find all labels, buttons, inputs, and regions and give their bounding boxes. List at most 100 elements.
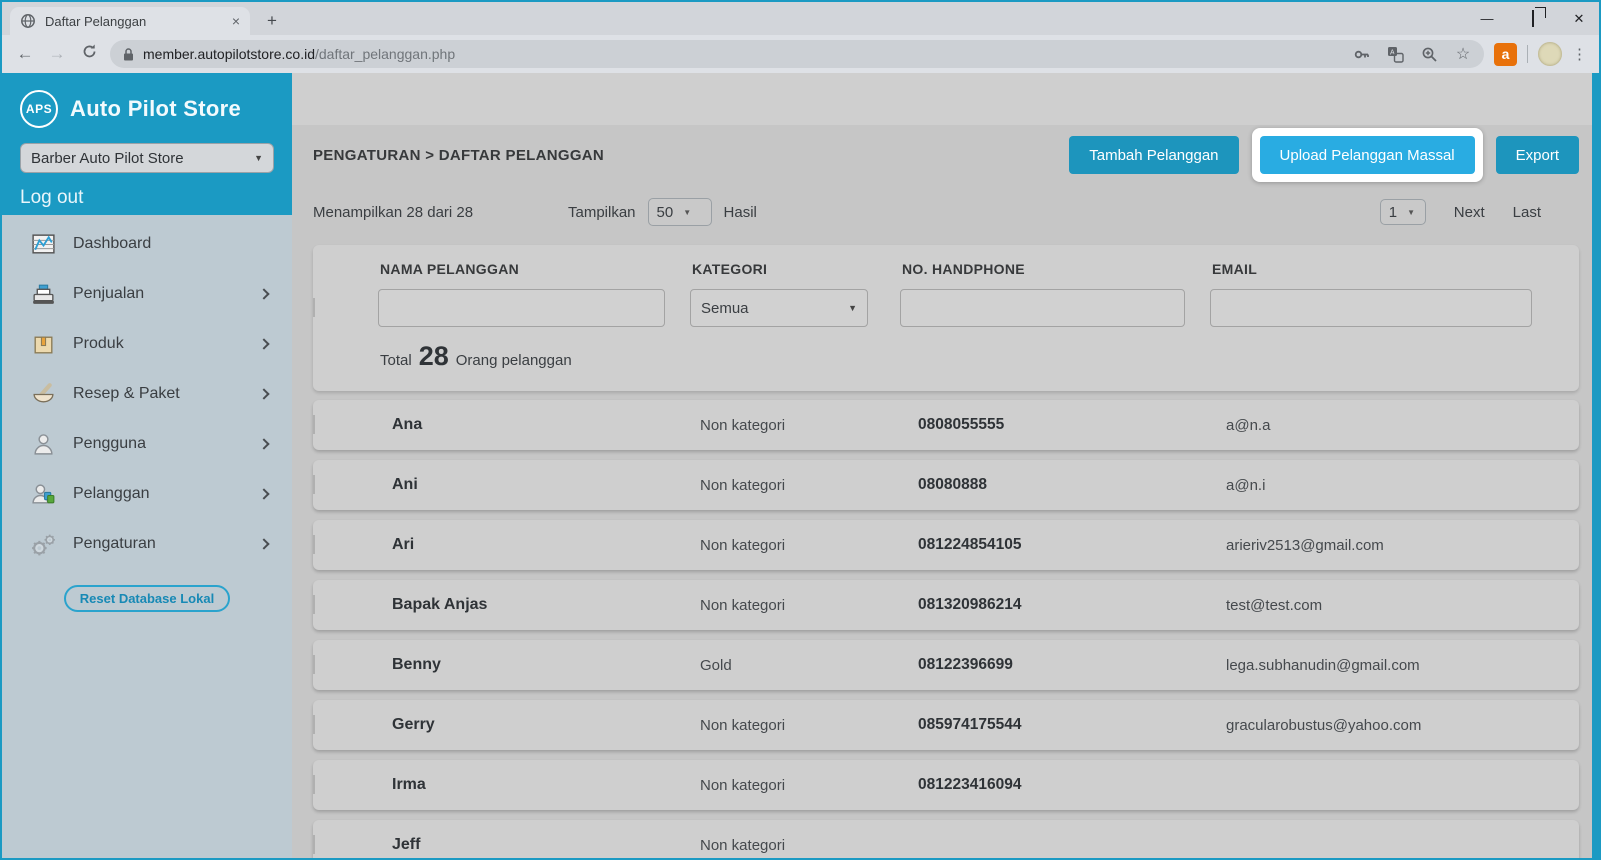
toolbar-separator [1527, 45, 1528, 63]
filter-nama-input[interactable] [378, 289, 665, 327]
forward-icon[interactable]: → [46, 44, 68, 64]
customer-name: Ari [378, 536, 690, 554]
table-row: Ani Non kategori 08080888 a@n.i [313, 460, 1579, 510]
page-size-select[interactable]: 50 ▼ [648, 198, 712, 226]
results-label: Hasil [724, 204, 757, 221]
store-select-value: Barber Auto Pilot Store [31, 150, 184, 167]
total-customers-text: Total 28 Orang pelanggan [313, 341, 1579, 372]
app-area: APS Auto Pilot Store Barber Auto Pilot S… [2, 73, 1599, 858]
filter-kategori-select[interactable]: Semua ▼ [690, 289, 868, 327]
page-size-value: 50 [657, 204, 674, 221]
customer-email: gracularobustus@yahoo.com [1210, 717, 1579, 734]
sidebar-header: APS Auto Pilot Store Barber Auto Pilot S… [2, 73, 292, 215]
customer-kategori: Non kategori [690, 537, 900, 554]
store-select[interactable]: Barber Auto Pilot Store ▼ [20, 143, 274, 173]
chevron-right-icon [258, 438, 269, 449]
customer-name: Benny [378, 656, 690, 674]
customer-email: a@n.i [1210, 477, 1579, 494]
row-checkbox[interactable] [313, 475, 315, 494]
sidebar-item-penjualan[interactable]: Penjualan [2, 269, 292, 319]
customer-phone: 081223416094 [900, 776, 1210, 794]
logout-link[interactable]: Log out [20, 187, 274, 209]
profile-avatar[interactable] [1538, 42, 1562, 66]
page-size-label: Tampilkan [568, 204, 636, 221]
table-row: Ari Non kategori 081224854105 arieriv251… [313, 520, 1579, 570]
window-controls: — ✕ [1477, 2, 1589, 35]
row-checkbox[interactable] [313, 535, 315, 554]
customer-name: Irma [378, 776, 690, 794]
reset-database-button[interactable]: Reset Database Lokal [64, 585, 230, 612]
dashboard-chart-icon [30, 231, 57, 258]
tab-close-icon[interactable]: × [232, 14, 240, 28]
row-checkbox[interactable] [313, 775, 315, 794]
sidebar-item-label: Pelanggan [73, 485, 150, 503]
password-key-icon[interactable] [1352, 45, 1370, 63]
upload-highlight-card: Upload Pelanggan Massal [1252, 128, 1483, 182]
column-header-email: EMAIL [1210, 261, 1579, 277]
row-checkbox[interactable] [313, 595, 315, 614]
row-checkbox[interactable] [313, 715, 315, 734]
translate-icon[interactable]: A [1386, 45, 1404, 63]
sidebar-item-pengguna[interactable]: Pengguna [2, 419, 292, 469]
address-bar[interactable]: member.autopilotstore.co.id/daftar_pelan… [110, 40, 1484, 68]
browser-menu-icon[interactable]: ⋮ [1572, 45, 1587, 63]
tambah-pelanggan-button[interactable]: Tambah Pelanggan [1069, 136, 1238, 174]
zoom-icon[interactable] [1420, 45, 1438, 63]
vertical-scrollbar[interactable] [1592, 73, 1599, 858]
showing-count-text: Menampilkan 28 dari 28 [313, 204, 568, 221]
page-number-select[interactable]: 1 ▼ [1380, 199, 1426, 225]
gears-icon [30, 531, 57, 558]
back-icon[interactable]: ← [14, 44, 36, 64]
row-checkbox[interactable] [313, 415, 315, 434]
customer-icon [30, 481, 57, 508]
globe-icon [20, 13, 36, 29]
column-header-kategori: KATEGORI [690, 261, 900, 277]
customer-email: a@n.a [1210, 417, 1579, 434]
sidebar-item-produk[interactable]: Produk [2, 319, 292, 369]
sidebar-item-pelanggan[interactable]: Pelanggan [2, 469, 292, 519]
last-page-link[interactable]: Last [1513, 204, 1541, 221]
next-page-link[interactable]: Next [1454, 204, 1485, 221]
customer-phone: 0808055555 [900, 416, 1210, 434]
customer-name: Bapak Anjas [378, 596, 690, 614]
tab-strip: Daftar Pelanggan × + — ✕ [2, 2, 1599, 35]
refresh-icon[interactable] [78, 43, 100, 65]
lock-icon [122, 47, 135, 62]
customer-name: Gerry [378, 716, 690, 734]
table-row: Irma Non kategori 081223416094 [313, 760, 1579, 810]
page-number-value: 1 [1389, 204, 1397, 221]
restore-icon[interactable] [1523, 11, 1543, 26]
close-window-icon[interactable]: ✕ [1569, 11, 1589, 27]
total-prefix: Total [380, 352, 412, 369]
url-path: /daftar_pelanggan.php [315, 46, 455, 62]
minimize-icon[interactable]: — [1477, 11, 1497, 26]
customer-phone: 085974175544 [900, 716, 1210, 734]
customer-phone: 081320986214 [900, 596, 1210, 614]
customer-kategori: Non kategori [690, 597, 900, 614]
customer-kategori: Non kategori [690, 717, 900, 734]
main-content: PENGATURAN > DAFTAR PELANGGAN Tambah Pel… [292, 73, 1599, 858]
upload-pelanggan-massal-button[interactable]: Upload Pelanggan Massal [1260, 136, 1475, 174]
customer-list: Ana Non kategori 0808055555 a@n.a Ani No… [313, 400, 1579, 860]
sidebar-item-dashboard[interactable]: Dashboard [2, 219, 292, 269]
customer-kategori: Non kategori [690, 477, 900, 494]
chevron-right-icon [258, 488, 269, 499]
chevron-down-icon: ▼ [1407, 208, 1415, 217]
export-button[interactable]: Export [1496, 136, 1579, 174]
select-all-checkbox[interactable] [313, 298, 315, 317]
filter-handphone-input[interactable] [900, 289, 1185, 327]
row-checkbox[interactable] [313, 655, 315, 674]
pagination: 1 ▼ Next Last [1380, 199, 1541, 225]
omnibox-icons: A ☆ [1352, 45, 1472, 63]
cash-register-icon [30, 281, 57, 308]
row-checkbox[interactable] [313, 835, 315, 854]
filter-email-input[interactable] [1210, 289, 1532, 327]
chevron-down-icon: ▼ [254, 153, 263, 163]
sidebar-item-pengaturan[interactable]: Pengaturan [2, 519, 292, 569]
browser-tab[interactable]: Daftar Pelanggan × [10, 7, 250, 35]
sidebar-item-resep-paket[interactable]: Resep & Paket [2, 369, 292, 419]
table-row: Bapak Anjas Non kategori 081320986214 te… [313, 580, 1579, 630]
extension-icon[interactable]: a [1494, 43, 1517, 66]
new-tab-button[interactable]: + [260, 10, 284, 34]
bookmark-star-icon[interactable]: ☆ [1454, 45, 1472, 63]
